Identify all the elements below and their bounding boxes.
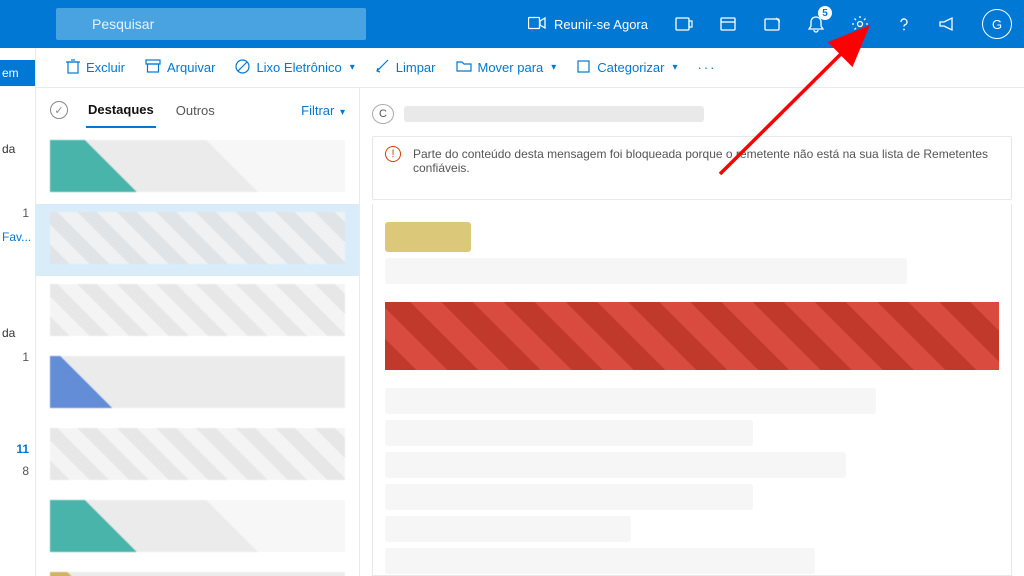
sidebar-count: 1 bbox=[0, 346, 35, 368]
search-icon bbox=[376, 0, 392, 3]
sidebar-item-new[interactable]: em bbox=[0, 60, 35, 86]
more-actions-button[interactable]: ··· bbox=[690, 54, 725, 81]
filter-button[interactable]: Filtrar ▾ bbox=[301, 103, 345, 118]
archive-button[interactable]: Arquivar bbox=[137, 53, 223, 82]
categorize-label: Categorizar bbox=[597, 60, 664, 75]
help-icon[interactable] bbox=[882, 0, 926, 48]
list-item[interactable] bbox=[36, 492, 359, 564]
settings-icon[interactable] bbox=[838, 0, 882, 48]
broom-icon bbox=[375, 59, 390, 77]
sidebar-count-bold: 11 bbox=[0, 438, 35, 460]
body-hero-placeholder bbox=[385, 302, 999, 370]
subject-prefix: C bbox=[372, 104, 394, 124]
main-area: Excluir Arquivar Lixo Eletrônico ▾ Limpa… bbox=[36, 48, 1024, 576]
message-subject-row: C bbox=[372, 100, 1012, 128]
sidebar-count: 1 bbox=[0, 202, 35, 224]
topbar-right: Reunir-se Agora 5 G bbox=[514, 0, 1024, 48]
list-item[interactable] bbox=[36, 132, 359, 204]
sidebar-count: 8 bbox=[0, 460, 35, 482]
notifications-icon[interactable]: 5 bbox=[794, 0, 838, 48]
categorize-button[interactable]: Categorizar ▾ bbox=[568, 53, 685, 83]
select-all-toggle[interactable]: ✓ bbox=[50, 101, 68, 119]
list-item[interactable] bbox=[36, 276, 359, 348]
filter-label: Filtrar bbox=[301, 103, 334, 118]
body-placeholder bbox=[385, 258, 907, 284]
tag-icon bbox=[576, 59, 591, 77]
delete-button[interactable]: Excluir bbox=[58, 52, 133, 83]
body-placeholder bbox=[385, 388, 876, 414]
inbox-tabs: ✓ Destaques Outros Filtrar ▾ bbox=[36, 88, 359, 132]
sidebar-item[interactable]: da bbox=[0, 320, 35, 346]
sweep-button[interactable]: Limpar bbox=[367, 53, 444, 83]
meet-now-button[interactable]: Reunir-se Agora bbox=[514, 0, 662, 48]
list-item[interactable] bbox=[36, 348, 359, 420]
junk-button[interactable]: Lixo Eletrônico ▾ bbox=[227, 53, 362, 83]
subject-placeholder bbox=[404, 106, 704, 122]
sweep-label: Limpar bbox=[396, 60, 436, 75]
chevron-down-icon: ▾ bbox=[672, 62, 677, 73]
chevron-down-icon: ▾ bbox=[340, 107, 345, 118]
search-input[interactable] bbox=[56, 8, 366, 40]
meet-now-label: Reunir-se Agora bbox=[554, 17, 648, 32]
folder-move-icon bbox=[456, 59, 472, 76]
body-placeholder bbox=[385, 452, 846, 478]
body-placeholder bbox=[385, 222, 471, 252]
content-split: ✓ Destaques Outros Filtrar ▾ bbox=[36, 88, 1024, 576]
calendar-icon[interactable] bbox=[706, 0, 750, 48]
chevron-down-icon: ▾ bbox=[551, 62, 556, 73]
list-item[interactable] bbox=[36, 204, 359, 276]
sidebar-item[interactable]: da bbox=[0, 136, 35, 162]
avatar[interactable]: G bbox=[982, 9, 1012, 39]
tab-other[interactable]: Outros bbox=[174, 93, 217, 127]
move-button[interactable]: Mover para ▾ bbox=[448, 53, 565, 82]
megaphone-icon[interactable] bbox=[926, 0, 970, 48]
move-label: Mover para bbox=[478, 60, 544, 75]
body-placeholder bbox=[385, 420, 753, 446]
chevron-down-icon: ▾ bbox=[350, 62, 355, 73]
body-placeholder bbox=[385, 548, 815, 574]
message-list-pane: ✓ Destaques Outros Filtrar ▾ bbox=[36, 88, 360, 576]
message-body[interactable] bbox=[372, 204, 1012, 576]
blocked-content-banner[interactable]: ! Parte do conteúdo desta mensagem foi b… bbox=[372, 136, 1012, 200]
search-container bbox=[56, 8, 366, 40]
tab-focused[interactable]: Destaques bbox=[86, 92, 156, 128]
avatar-initial: G bbox=[992, 17, 1002, 32]
folder-pane-partial: em da 1 Fav... da 1 11 8 bbox=[0, 48, 36, 576]
blocked-content-text: Parte do conteúdo desta mensagem foi blo… bbox=[413, 147, 988, 175]
reading-pane: C ! Parte do conteúdo desta mensagem foi… bbox=[360, 88, 1024, 576]
my-day-icon[interactable] bbox=[750, 0, 794, 48]
sidebar-item-favorites[interactable]: Fav... bbox=[0, 224, 35, 250]
block-icon bbox=[235, 59, 250, 77]
notification-badge: 5 bbox=[818, 6, 832, 20]
trash-icon bbox=[66, 58, 80, 77]
top-bar: Reunir-se Agora 5 G bbox=[0, 0, 1024, 48]
app-body: em da 1 Fav... da 1 11 8 Excluir Arquiva… bbox=[0, 48, 1024, 576]
video-icon bbox=[528, 16, 546, 33]
body-placeholder bbox=[385, 484, 753, 510]
body-placeholder bbox=[385, 516, 631, 542]
message-list[interactable] bbox=[36, 132, 359, 576]
junk-label: Lixo Eletrônico bbox=[256, 60, 341, 75]
list-item[interactable] bbox=[36, 420, 359, 492]
teams-call-icon[interactable] bbox=[662, 0, 706, 48]
archive-icon bbox=[145, 59, 161, 76]
archive-label: Arquivar bbox=[167, 60, 215, 75]
command-bar: Excluir Arquivar Lixo Eletrônico ▾ Limpa… bbox=[36, 48, 1024, 88]
alert-icon: ! bbox=[385, 146, 401, 162]
delete-label: Excluir bbox=[86, 60, 125, 75]
list-item[interactable] bbox=[36, 564, 359, 576]
